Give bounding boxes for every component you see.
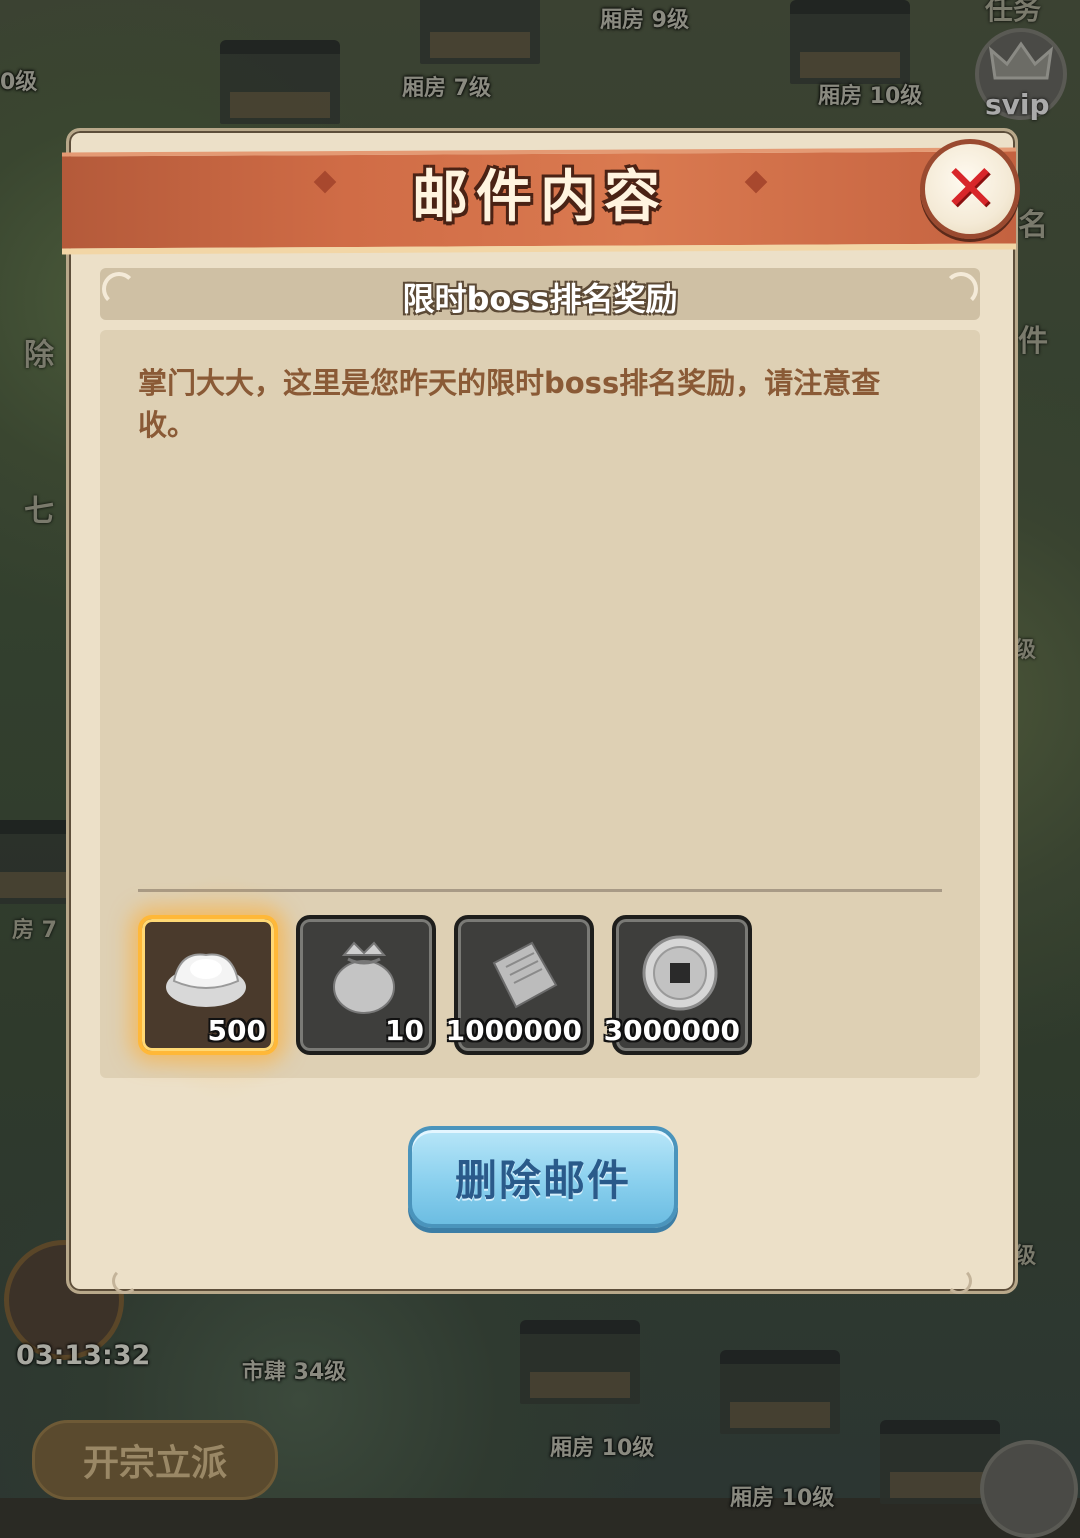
side-fragment: 任务 [985, 0, 1042, 26]
map-label: 0级 [0, 70, 38, 95]
attachment-count: 10 [385, 1014, 424, 1047]
side-fragment: 除 [24, 338, 54, 373]
corner-ornament [946, 1268, 972, 1294]
timer: 03:13:32 [16, 1340, 151, 1371]
attachment-item[interactable]: 1000000 [446, 915, 594, 1055]
svip-label: svip [985, 88, 1050, 121]
building [420, 0, 540, 64]
map-label: 厢房 9级 [600, 8, 689, 33]
coin-icon [642, 935, 718, 1011]
building [720, 1350, 840, 1434]
map-label: 厢房 10级 [550, 1436, 655, 1461]
side-fragment: 七 [24, 494, 54, 529]
menu-button[interactable] [980, 1440, 1078, 1538]
map-label: 市肆 34级 [242, 1360, 347, 1385]
attachment-count: 1000000 [445, 1014, 582, 1047]
side-fragment: 件 [1018, 324, 1048, 359]
map-label: 厢房 7级 [402, 76, 491, 101]
close-x-icon: ✕ [943, 152, 997, 226]
attachment-item[interactable]: 10 [296, 915, 436, 1055]
dialog-title: 邮件内容 [412, 165, 668, 230]
corner-ornament [112, 1268, 138, 1294]
mail-body: 掌门大大，这里是您昨天的限时boss排名奖励，请注意查收。 [138, 366, 881, 442]
open-sect-label: 开宗立派 [82, 1443, 227, 1484]
attachment-count: 3000000 [603, 1014, 740, 1047]
delete-mail-button[interactable]: 删除邮件 [408, 1126, 678, 1228]
map-label: 厢房 10级 [730, 1486, 835, 1511]
attachment-item[interactable]: 3000000 [604, 915, 752, 1055]
delete-mail-label: 删除邮件 [454, 1155, 631, 1205]
attachment-count: 500 [207, 1014, 266, 1047]
map-label: 厢房 10级 [818, 84, 923, 109]
pouch-icon [333, 941, 395, 1014]
crown-icon [988, 41, 1054, 80]
building [790, 0, 910, 84]
open-sect-button[interactable]: 开宗立派 [32, 1420, 278, 1500]
close-button[interactable]: ✕ [920, 139, 1020, 239]
building [520, 1320, 640, 1404]
side-fragment: 房 7 [12, 918, 57, 943]
mail-subject: 限时boss排名奖励 [402, 280, 678, 318]
scroll-icon [492, 941, 558, 1009]
attachment-item[interactable]: 500 [138, 915, 278, 1055]
building [220, 40, 340, 124]
silver-ingot-icon [166, 953, 246, 1007]
